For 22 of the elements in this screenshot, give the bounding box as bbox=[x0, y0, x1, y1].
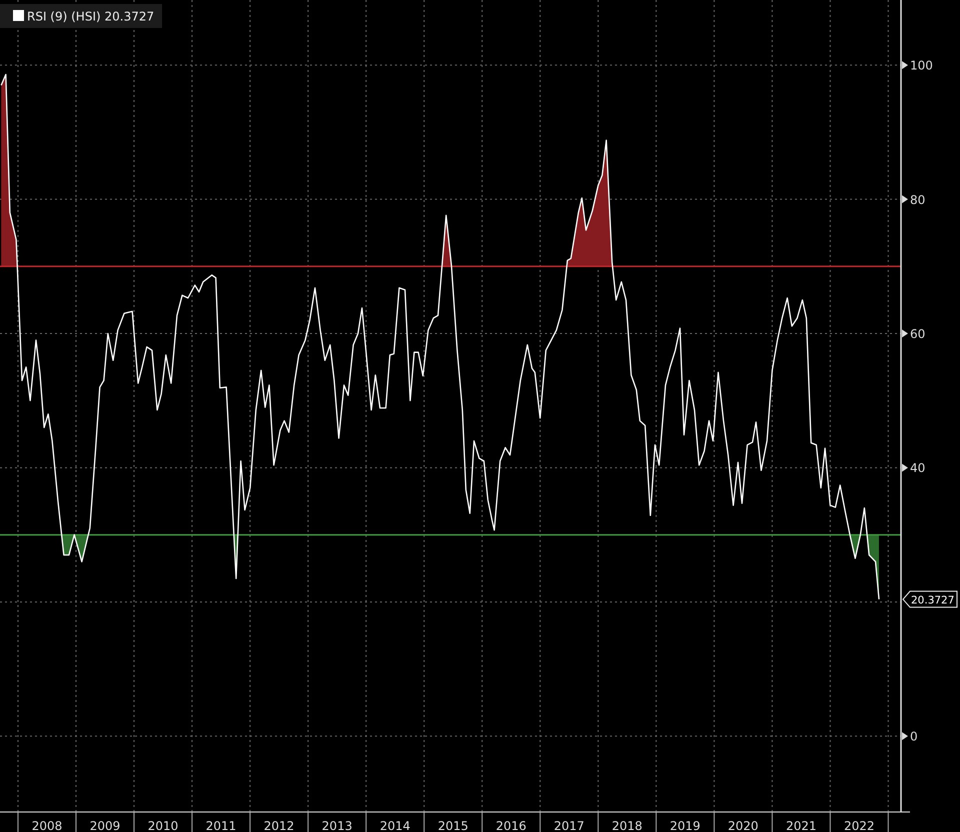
axis-label: 40 bbox=[910, 461, 926, 476]
axis-label: 80 bbox=[910, 192, 926, 207]
axis-label: 2017 bbox=[554, 819, 584, 832]
axis-label: 2010 bbox=[148, 819, 178, 832]
axis-label: 2019 bbox=[670, 819, 700, 832]
value-tag: 20.3727 bbox=[902, 590, 958, 608]
axis-label: 2016 bbox=[496, 819, 526, 832]
axis-label: 2022 bbox=[844, 819, 874, 832]
axis-label: 2011 bbox=[206, 819, 236, 832]
axis-label: 2020 bbox=[728, 819, 758, 832]
axis-label: 0 bbox=[910, 730, 918, 744]
axis-label: 2018 bbox=[612, 819, 642, 832]
axis-label: 2012 bbox=[264, 819, 294, 832]
axis-label: 2013 bbox=[322, 819, 352, 832]
axis-label: 100 bbox=[910, 58, 933, 73]
legend-label: RSI (9) (HSI) 20.3727 bbox=[27, 10, 154, 24]
axis-label: 2009 bbox=[90, 819, 120, 832]
axis-label: 2021 bbox=[786, 819, 816, 832]
axis-label: 2015 bbox=[438, 819, 468, 832]
axis-label: 2014 bbox=[380, 819, 410, 832]
axis-label: 2008 bbox=[32, 819, 62, 832]
axis-label: 60 bbox=[910, 327, 926, 342]
